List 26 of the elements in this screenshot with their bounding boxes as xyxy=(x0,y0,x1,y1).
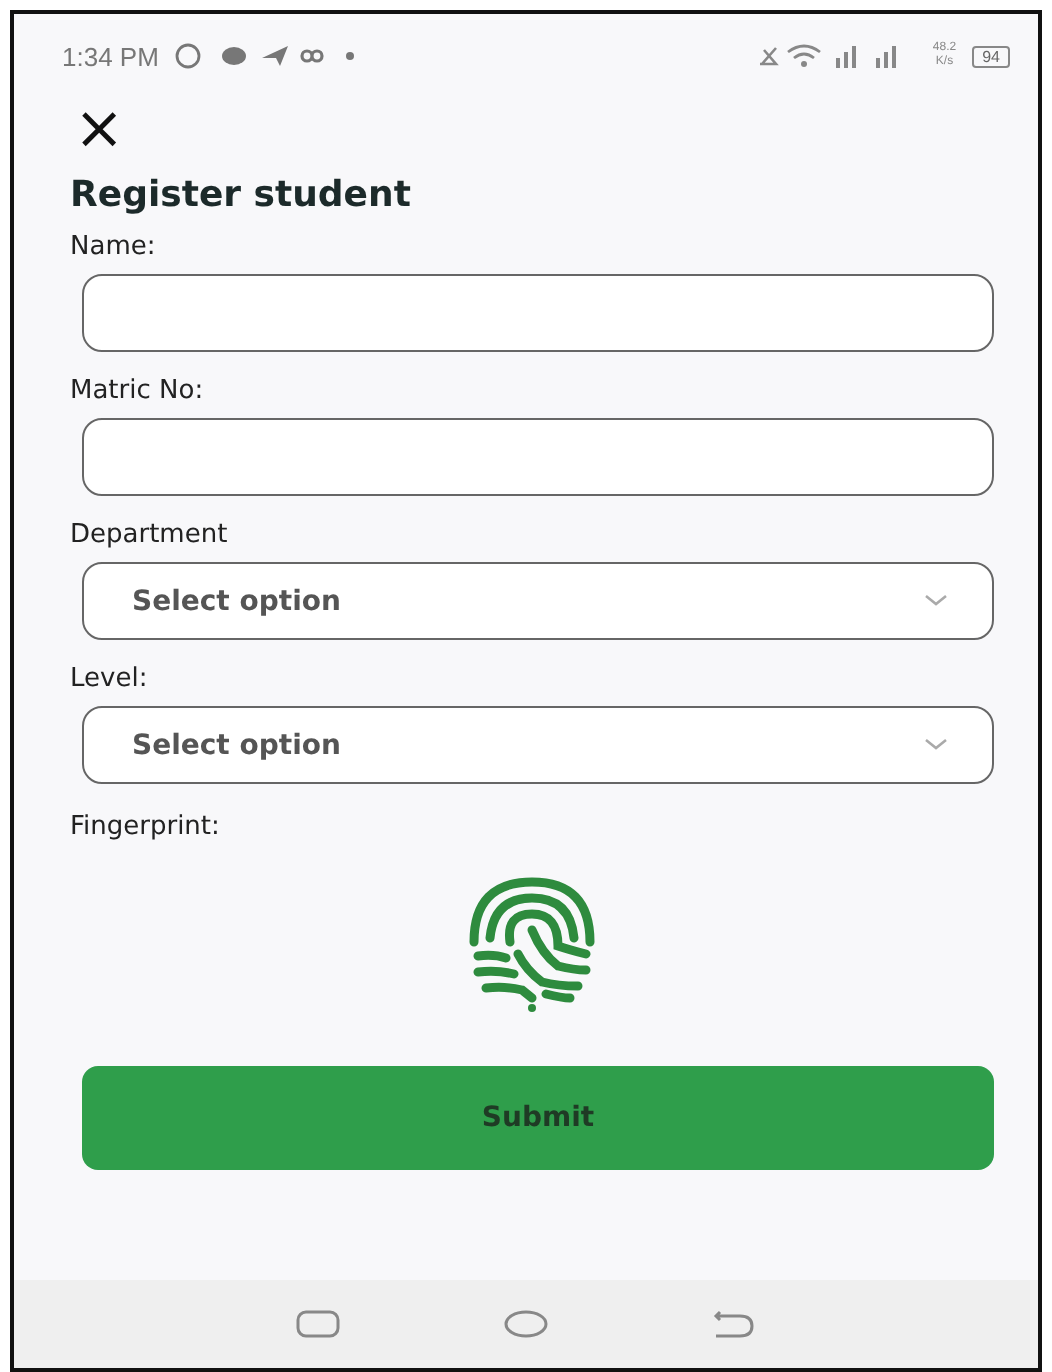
signal-icon xyxy=(876,46,897,68)
submit-button[interactable]: Submit xyxy=(82,1066,994,1170)
input-field[interactable] xyxy=(82,418,994,496)
page-title: Register student xyxy=(70,174,413,216)
select-dropdown[interactable]: Select option xyxy=(82,562,994,640)
field-label: Department xyxy=(70,520,230,550)
close-button[interactable]: × xyxy=(70,102,129,158)
home-icon[interactable] xyxy=(504,1310,548,1338)
chevron-down-icon xyxy=(924,738,948,752)
wifi-icon xyxy=(787,44,823,67)
select-dropdown[interactable]: Select option xyxy=(82,706,994,784)
fingerprint-icon[interactable] xyxy=(466,874,598,1014)
field-label: Name: xyxy=(70,232,158,262)
paper-plane-icon xyxy=(262,46,289,66)
field-label: Level: xyxy=(70,664,150,694)
field-label: Matric No: xyxy=(70,376,206,406)
infinity-icon xyxy=(301,49,325,63)
dot-icon xyxy=(346,52,355,60)
chevron-down-icon xyxy=(924,594,948,608)
signal-icon xyxy=(836,46,857,68)
back-icon[interactable] xyxy=(712,1310,756,1338)
recent-apps-icon[interactable] xyxy=(296,1310,340,1338)
battery-indicator: 94 xyxy=(972,45,1010,67)
status-time: 1:34 PM xyxy=(62,41,159,71)
input-field[interactable] xyxy=(82,274,994,352)
fingerprint-label: Fingerprint: xyxy=(70,812,222,842)
